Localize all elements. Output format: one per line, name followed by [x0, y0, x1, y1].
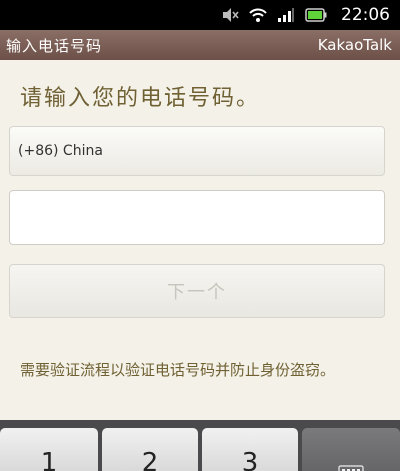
status-time: 22:06	[341, 5, 390, 25]
wifi-icon	[249, 7, 267, 23]
next-button[interactable]: 下一个	[9, 264, 385, 318]
key-3[interactable]: 3	[202, 428, 298, 471]
signal-icon	[277, 7, 295, 23]
mute-icon	[221, 7, 239, 23]
key-2[interactable]: 2	[102, 428, 198, 471]
screen-title: 输入电话号码	[6, 36, 103, 55]
soft-keyboard: 1 2 3	[0, 420, 400, 471]
key-1[interactable]: 1	[0, 428, 98, 471]
verification-notice: 需要验证流程以验证电话号码并防止身份盗窃。	[20, 361, 336, 379]
status-bar: 22:06	[0, 0, 400, 30]
keyboard-menu-key[interactable]	[302, 428, 400, 471]
country-select-value: (+86) China	[18, 143, 103, 159]
phone-prompt: 请输入您的电话号码。	[20, 86, 261, 111]
app-brand: KakaoTalk	[317, 36, 392, 54]
country-select[interactable]: (+86) China	[9, 126, 385, 176]
title-bar: 输入电话号码 KakaoTalk	[0, 30, 400, 60]
battery-icon	[305, 8, 327, 22]
phone-number-input[interactable]	[9, 190, 385, 245]
keyboard-grid-icon	[338, 456, 364, 471]
